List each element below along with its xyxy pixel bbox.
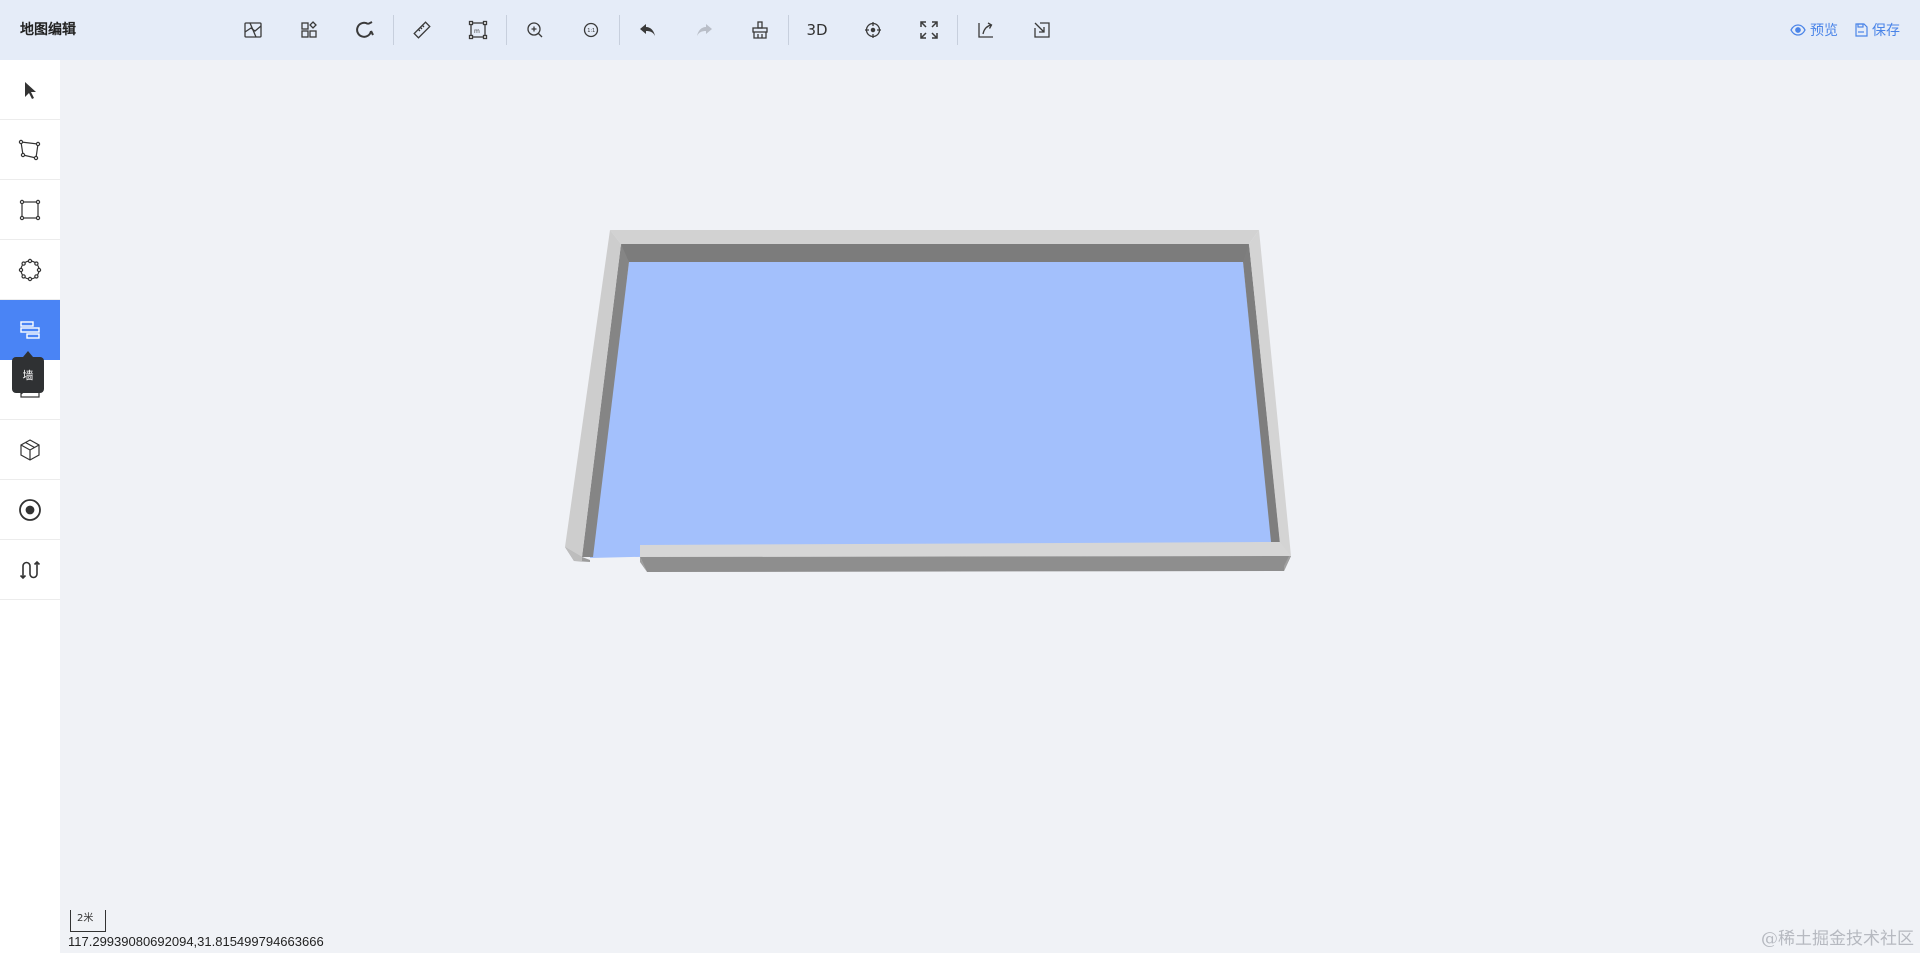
map-canvas[interactable] [60, 60, 1920, 953]
top-toolbar: 地图编辑 m 1:1 3D 预览 保存 [0, 0, 1920, 60]
svg-text:1:1: 1:1 [587, 28, 595, 34]
wall-front-face [640, 556, 1291, 572]
import-button[interactable] [1014, 0, 1070, 60]
locate-button[interactable] [845, 0, 901, 60]
eye-icon [1790, 24, 1806, 36]
zoom-in-icon [527, 22, 543, 38]
sidebar-item-point[interactable] [0, 480, 60, 540]
export-button[interactable] [958, 0, 1014, 60]
top-actions: 预览 保存 [1790, 0, 1900, 60]
zoom-reset-button[interactable]: 1:1 [563, 0, 619, 60]
measure-area-button[interactable]: m [450, 0, 506, 60]
layers-button[interactable] [281, 0, 337, 60]
rectangle-icon [19, 199, 41, 220]
sidebar-item-path[interactable] [0, 540, 60, 600]
sidebar-item-circle[interactable] [0, 240, 60, 300]
circle-icon [18, 258, 42, 281]
preview-label: 预览 [1810, 23, 1838, 39]
clear-icon [752, 21, 768, 39]
ruler-button[interactable] [394, 0, 450, 60]
wall-icon [20, 320, 40, 339]
redo-button[interactable] [676, 0, 732, 60]
measure-area-icon: m [468, 20, 488, 40]
zoom-reset-icon: 1:1 [583, 22, 599, 38]
svg-text:m: m [474, 28, 480, 35]
sidebar-item-model[interactable] [0, 420, 60, 480]
watermark: @稀土掘金技术社区 [1761, 929, 1914, 949]
save-label: 保存 [1872, 23, 1900, 39]
room-floor [590, 262, 1272, 558]
3d-toggle-label: 3D [806, 21, 828, 39]
save-icon [1855, 23, 1868, 37]
snap-button[interactable] [337, 0, 393, 60]
sidebar-item-polygon[interactable] [0, 120, 60, 180]
path-route-icon [19, 560, 41, 579]
magnet-snap-icon [356, 21, 374, 38]
ruler-icon [413, 21, 431, 39]
basemap-button[interactable] [225, 0, 281, 60]
3d-toggle-button[interactable]: 3D [789, 0, 845, 60]
scale-bar: 2米 [70, 910, 106, 932]
tool-group: m 1:1 3D [225, 0, 1070, 60]
clear-button[interactable] [732, 0, 788, 60]
sidebar-item-rectangle[interactable] [0, 180, 60, 240]
room-3d-model [565, 230, 1291, 572]
fullscreen-button[interactable] [901, 0, 957, 60]
sidebar-item-select[interactable] [0, 60, 60, 120]
undo-icon [640, 24, 655, 36]
layers-icon [301, 21, 317, 38]
export-icon [978, 22, 993, 38]
zoom-in-button[interactable] [507, 0, 563, 60]
app-title: 地图编辑 [20, 22, 76, 38]
redo-icon [697, 24, 712, 36]
point-icon [19, 498, 41, 521]
cursor-coordinates: 117.29939080692094,31.815499794663666 [68, 934, 324, 949]
import-icon [1034, 22, 1050, 38]
model-cube-icon [20, 438, 40, 461]
wall-tooltip: 墙 [12, 351, 44, 393]
preview-button[interactable]: 预览 [1790, 20, 1838, 40]
select-pointer-icon [25, 81, 36, 99]
locate-icon [865, 22, 881, 38]
left-toolbar [0, 60, 60, 953]
fullscreen-icon [920, 21, 938, 39]
basemap-icon [244, 22, 262, 38]
save-button[interactable]: 保存 [1854, 20, 1900, 40]
wall-inner-face-top [621, 244, 1249, 262]
undo-button[interactable] [620, 0, 676, 60]
polygon-icon [18, 139, 41, 160]
wall-top-back [610, 230, 1259, 244]
